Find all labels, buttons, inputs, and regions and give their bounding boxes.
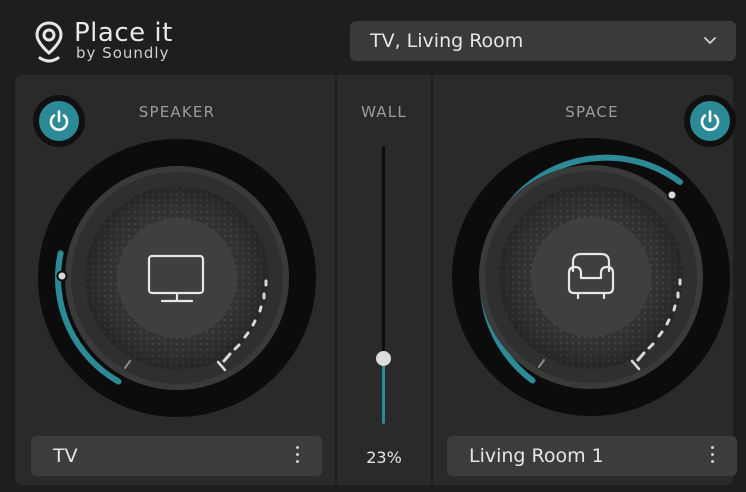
speaker-label: SPEAKER — [138, 103, 216, 121]
power-icon — [49, 110, 69, 131]
space-label: SPACE — [565, 103, 619, 121]
brand-tagline: by Soundly — [76, 44, 170, 62]
speaker-preset-value: TV — [53, 445, 78, 467]
brand-logo: Place it by Soundly — [34, 14, 204, 70]
speaker-preset-select[interactable]: TV — [31, 436, 322, 476]
more-vertical-icon[interactable] — [711, 446, 715, 467]
room-dropdown-value: TV, Living Room — [370, 30, 524, 52]
power-icon — [700, 110, 720, 131]
speaker-knob-handle[interactable] — [56, 270, 68, 282]
space-knob[interactable] — [450, 136, 732, 418]
room-dropdown[interactable]: TV, Living Room — [350, 21, 736, 61]
wall-label: WALL — [361, 103, 407, 121]
space-knob-handle[interactable] — [666, 189, 678, 201]
wall-slider-thumb[interactable] — [376, 351, 391, 366]
speaker-knob[interactable] — [36, 137, 318, 419]
space-preset-value: Living Room 1 — [469, 445, 604, 467]
more-vertical-icon[interactable] — [296, 446, 300, 467]
space-preset-select[interactable]: Living Room 1 — [447, 436, 737, 476]
location-pin-icon — [35, 21, 63, 63]
chevron-down-icon — [704, 37, 716, 45]
wall-slider-fill — [382, 358, 385, 424]
wall-value: 23% — [366, 448, 402, 467]
